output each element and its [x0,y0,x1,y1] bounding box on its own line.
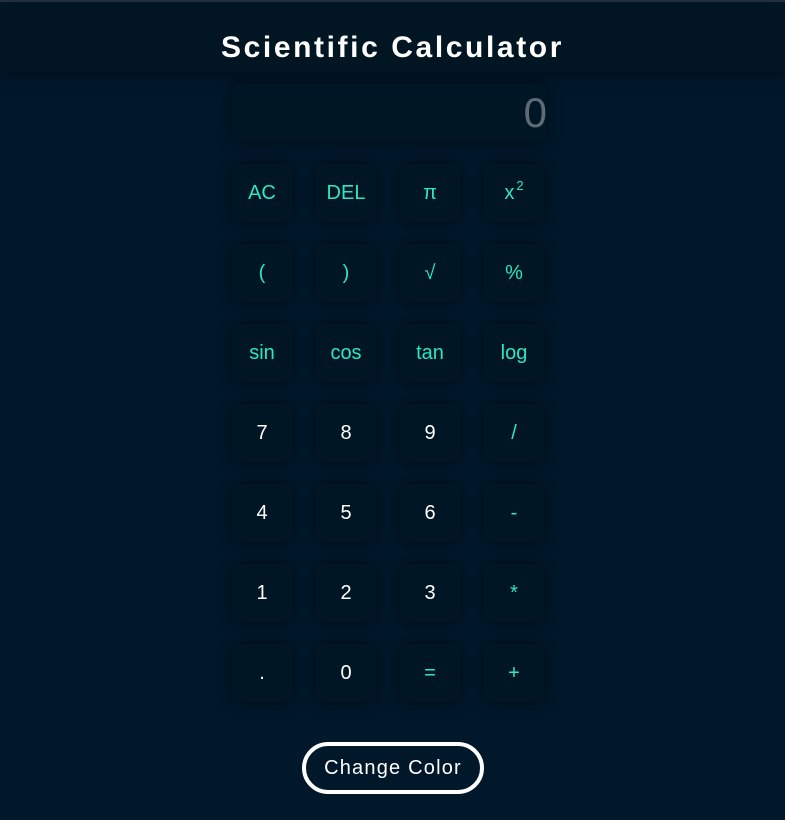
key-label: ) [342,261,350,284]
key-label: cos [330,341,362,364]
clear-button[interactable]: AC [232,164,292,222]
divide-button[interactable]: / [484,404,544,462]
key-label: sin [249,341,275,364]
key-label: 4 [256,501,268,524]
key-label: AC [248,181,276,204]
key-label: log [500,341,528,364]
calculator-display: 0 [232,84,547,142]
key-label: 5 [340,501,352,524]
key-label: 9 [424,421,436,444]
percent-button[interactable]: % [484,244,544,302]
digit-5-button[interactable]: 5 [316,484,376,542]
key-label: ( [258,261,266,284]
key-label: + [508,661,520,684]
digit-2-button[interactable]: 2 [316,564,376,622]
delete-button[interactable]: DEL [316,164,376,222]
key-superscript: 2 [516,177,524,193]
close-paren-button[interactable]: ) [316,244,376,302]
key-label: / [511,421,517,444]
key-label: 3 [424,581,436,604]
key-label: 0 [340,661,352,684]
key-label: . [259,661,265,684]
key-label: tan [416,341,444,364]
cos-button[interactable]: cos [316,324,376,382]
key-label: 2 [340,581,352,604]
digit-8-button[interactable]: 8 [316,404,376,462]
key-label: π [423,181,437,204]
key-label: √ [424,261,436,284]
digit-4-button[interactable]: 4 [232,484,292,542]
subtract-button[interactable]: - [484,484,544,542]
digit-1-button[interactable]: 1 [232,564,292,622]
display-value: 0 [523,89,547,136]
sin-button[interactable]: sin [232,324,292,382]
digit-0-button[interactable]: 0 [316,644,376,702]
sqrt-button[interactable]: √ [400,244,460,302]
digit-7-button[interactable]: 7 [232,404,292,462]
pi-button[interactable]: π [400,164,460,222]
change-color-button[interactable]: Change Color [302,742,484,794]
digit-6-button[interactable]: 6 [400,484,460,542]
key-label: DEL [326,181,366,204]
page-title: Scientific Calculator [220,31,564,64]
key-label: % [505,261,523,284]
key-label: 1 [256,581,268,604]
digit-3-button[interactable]: 3 [400,564,460,622]
log-button[interactable]: log [484,324,544,382]
key-label: 8 [340,421,352,444]
decimal-button[interactable]: . [232,644,292,702]
key-label: 6 [424,501,436,524]
digit-9-button[interactable]: 9 [400,404,460,462]
open-paren-button[interactable]: ( [232,244,292,302]
key-label: 7 [256,421,268,444]
equals-button[interactable]: = [400,644,460,702]
multiply-button[interactable]: * [484,564,544,622]
key-label: * [510,581,518,604]
add-button[interactable]: + [484,644,544,702]
key-label: - [510,501,518,524]
square-button[interactable]: x2 [484,164,544,222]
tan-button[interactable]: tan [400,324,460,382]
key-label: x [504,181,515,204]
key-label: = [424,661,436,684]
